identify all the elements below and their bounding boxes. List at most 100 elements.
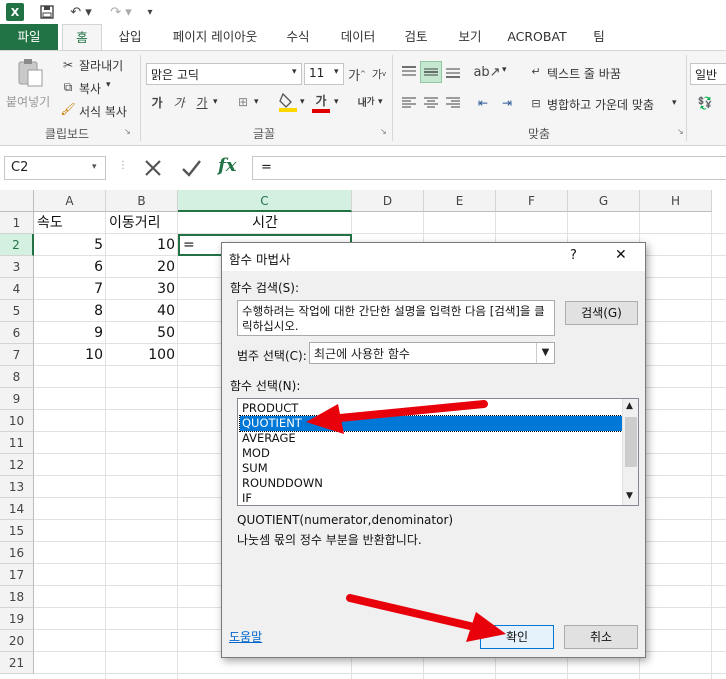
redo-icon[interactable]: ↷ ▾ bbox=[106, 3, 136, 21]
row-header-14[interactable]: 14 bbox=[0, 498, 34, 520]
tab-file[interactable]: 파일 bbox=[0, 24, 58, 50]
enter-icon[interactable] bbox=[180, 157, 204, 179]
tab-data[interactable]: 데이터 bbox=[334, 24, 382, 50]
copy-button[interactable]: 복사 bbox=[79, 80, 101, 97]
tab-insert[interactable]: 삽입 bbox=[112, 24, 148, 50]
cell[interactable]: 시간 bbox=[178, 212, 352, 234]
function-list-scrollbar[interactable]: ▲ ▼ bbox=[622, 399, 638, 505]
number-format-select[interactable]: 일반 bbox=[690, 63, 726, 85]
tab-page-layout[interactable]: 페이지 레이아웃 bbox=[164, 24, 266, 50]
function-list-item[interactable]: PRODUCT bbox=[240, 401, 622, 416]
function-list[interactable]: PRODUCT QUOTIENT AVERAGE MOD SUM ROUNDDOWN IF … bbox=[237, 398, 639, 506]
phonetic-guide-icon[interactable]: 내가 bbox=[356, 91, 376, 111]
alignment-launcher-icon[interactable]: ↘ bbox=[677, 127, 684, 136]
cell[interactable]: 9 bbox=[34, 322, 106, 344]
tab-view[interactable]: 보기 bbox=[452, 24, 488, 50]
column-header-b[interactable]: B bbox=[106, 190, 178, 212]
tab-home[interactable]: 홈 bbox=[62, 24, 102, 51]
cell[interactable]: 30 bbox=[106, 278, 178, 300]
cell[interactable]: 6 bbox=[34, 256, 106, 278]
copy-dropdown-icon[interactable]: ▾ bbox=[106, 80, 111, 90]
wrap-text-button[interactable]: 텍스트 줄 바꿈 bbox=[547, 65, 621, 82]
row-header-13[interactable]: 13 bbox=[0, 476, 34, 498]
row-header-6[interactable]: 6 bbox=[0, 322, 34, 344]
cell[interactable]: 10 bbox=[106, 234, 178, 256]
orientation-icon[interactable]: ab↗ bbox=[473, 61, 500, 83]
row-header-18[interactable]: 18 bbox=[0, 586, 34, 608]
merge-dropdown-icon[interactable]: ▾ bbox=[672, 98, 677, 108]
cell[interactable]: 7 bbox=[34, 278, 106, 300]
grow-font-icon[interactable]: 가 ^ bbox=[348, 65, 366, 84]
font-size-dropdown-icon[interactable]: ▾ bbox=[334, 67, 339, 77]
column-header-c[interactable]: C bbox=[178, 190, 352, 212]
align-middle-icon[interactable] bbox=[420, 61, 442, 83]
phonetic-dropdown-icon[interactable]: ▾ bbox=[378, 97, 383, 107]
help-link[interactable]: 도움말 bbox=[229, 628, 262, 645]
customize-qat-icon[interactable]: ▾ bbox=[144, 3, 156, 21]
cancel-entry-icon[interactable] bbox=[142, 157, 166, 179]
function-list-item[interactable]: ROUNDDOWN bbox=[240, 476, 622, 491]
row-header-12[interactable]: 12 bbox=[0, 454, 34, 476]
align-center-icon[interactable] bbox=[420, 93, 442, 113]
name-box-dropdown-icon[interactable]: ▾ bbox=[92, 162, 97, 172]
clipboard-launcher-icon[interactable]: ↘ bbox=[124, 127, 131, 136]
scroll-down-icon[interactable]: ▼ bbox=[626, 491, 633, 501]
function-list-item[interactable]: IF bbox=[240, 491, 622, 505]
italic-icon[interactable]: 가 bbox=[170, 93, 188, 111]
column-header-a[interactable]: A bbox=[34, 190, 106, 212]
font-color-icon[interactable]: 가 bbox=[312, 91, 330, 113]
row-header-1[interactable]: 1 bbox=[0, 212, 34, 234]
function-list-item[interactable]: QUOTIENT bbox=[239, 415, 623, 432]
ok-button[interactable]: 확인 bbox=[480, 625, 554, 649]
merge-center-button[interactable]: 병합하고 가운데 맞춤 bbox=[547, 96, 654, 113]
cell[interactable]: 속도 bbox=[34, 212, 106, 234]
select-all-corner[interactable] bbox=[0, 190, 34, 212]
row-header-7[interactable]: 7 bbox=[0, 344, 34, 366]
row-header-9[interactable]: 9 bbox=[0, 388, 34, 410]
increase-indent-icon[interactable]: ⇥ bbox=[496, 93, 518, 113]
wrap-text-icon[interactable]: ↵ bbox=[528, 63, 544, 79]
format-painter-icon[interactable]: 🖌 bbox=[60, 101, 76, 117]
close-icon[interactable]: ✕ bbox=[615, 247, 627, 263]
row-header-3[interactable]: 3 bbox=[0, 256, 34, 278]
function-search-input[interactable]: 수행하려는 작업에 대한 간단한 설명을 입력한 다음 [검색]을 클릭하십시오… bbox=[237, 300, 555, 336]
cell[interactable]: 50 bbox=[106, 322, 178, 344]
borders-dropdown-icon[interactable]: ▾ bbox=[254, 97, 259, 107]
row-header-10[interactable]: 10 bbox=[0, 410, 34, 432]
orientation-dropdown-icon[interactable]: ▾ bbox=[502, 65, 507, 75]
paste-icon[interactable] bbox=[10, 57, 50, 89]
align-top-icon[interactable] bbox=[398, 61, 420, 83]
fill-color-dropdown-icon[interactable]: ▾ bbox=[300, 97, 305, 107]
fill-color-icon[interactable] bbox=[278, 91, 298, 113]
save-icon[interactable] bbox=[38, 3, 56, 21]
column-header-g[interactable]: G bbox=[568, 190, 640, 212]
align-right-icon[interactable] bbox=[442, 93, 464, 113]
function-list-item[interactable]: AVERAGE bbox=[240, 431, 622, 446]
tab-team[interactable]: 팀 bbox=[584, 24, 614, 50]
cell[interactable]: 10 bbox=[34, 344, 106, 366]
font-name-dropdown-icon[interactable]: ▾ bbox=[292, 67, 297, 77]
bold-icon[interactable]: 가 bbox=[148, 93, 166, 111]
category-select[interactable]: 최근에 사용한 함수 bbox=[309, 342, 555, 364]
help-icon[interactable]: ? bbox=[570, 248, 577, 263]
search-button[interactable]: 검색(G) bbox=[565, 301, 638, 325]
undo-icon[interactable]: ↶ ▾ bbox=[66, 3, 96, 21]
align-left-icon[interactable] bbox=[398, 93, 420, 113]
row-header-17[interactable]: 17 bbox=[0, 564, 34, 586]
row-header-5[interactable]: 5 bbox=[0, 300, 34, 322]
cell[interactable]: 8 bbox=[34, 300, 106, 322]
insert-function-icon[interactable]: fx bbox=[218, 155, 236, 176]
decrease-indent-icon[interactable]: ⇤ bbox=[472, 93, 494, 113]
cell[interactable]: 20 bbox=[106, 256, 178, 278]
accounting-format-icon[interactable]: 💱 bbox=[694, 93, 716, 113]
row-header-21[interactable]: 21 bbox=[0, 652, 34, 674]
row-header-11[interactable]: 11 bbox=[0, 432, 34, 454]
formula-input[interactable]: = bbox=[252, 156, 726, 180]
row-header-4[interactable]: 4 bbox=[0, 278, 34, 300]
copy-icon[interactable]: ⧉ bbox=[60, 79, 76, 95]
name-box[interactable]: C2 bbox=[4, 156, 106, 180]
column-header-d[interactable]: D bbox=[352, 190, 424, 212]
function-list-item[interactable]: SUM bbox=[240, 461, 622, 476]
row-header-16[interactable]: 16 bbox=[0, 542, 34, 564]
font-name-select[interactable]: 맑은 고딕 bbox=[146, 63, 302, 85]
